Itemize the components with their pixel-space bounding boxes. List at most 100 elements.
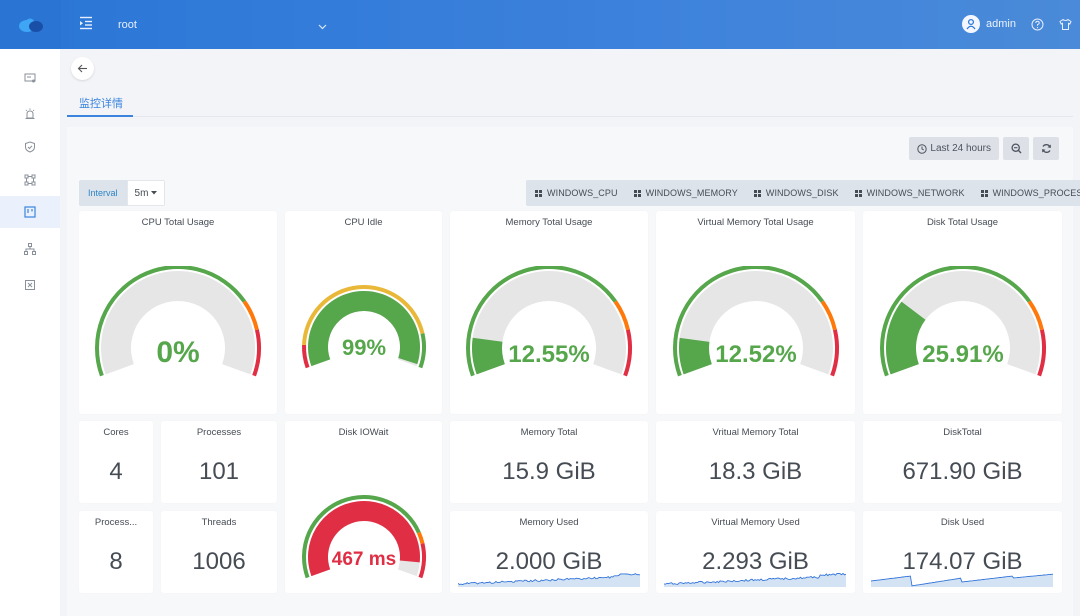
dashboard-board-icon (24, 206, 36, 218)
panel-cpu-idle[interactable]: CPU Idle 99% (285, 211, 442, 414)
apps-icon (535, 189, 543, 197)
sidebar-item-other[interactable] (0, 269, 60, 301)
panel-threads[interactable]: Threads 1006 (161, 511, 277, 593)
gauge-threshold-segment (417, 543, 426, 579)
gauge-value-label: 467 ms (331, 549, 395, 570)
zoom-out-icon (1010, 143, 1021, 154)
time-toolbar: Last 24 hours (909, 137, 1059, 160)
panel-disk-used[interactable]: Disk Used 174.07 GiB (863, 511, 1062, 593)
dashboard-links: WINDOWS_CPU WINDOWS_MEMORY WINDOWS_DISK … (526, 180, 1080, 206)
panel-processes[interactable]: Processes 101 (161, 421, 277, 503)
zoom-out-button[interactable] (1003, 137, 1029, 160)
gauge-disk-total: 25.91% (863, 266, 1062, 381)
avatar (962, 15, 980, 33)
gauge-value-label: 12.52% (715, 341, 796, 368)
panel-title: Cores (103, 427, 129, 438)
stat-value: 8 (109, 548, 123, 575)
time-range-label: Last 24 hours (930, 143, 991, 154)
panel-virtual-memory-total-usage[interactable]: Virtual Memory Total Usage 12.52% (656, 211, 855, 414)
panel-disk-iowait[interactable]: Disk IOWait 467 ms (285, 421, 442, 593)
stat-value: 15.9 GiB (502, 458, 596, 485)
gauge-value-label: 99% (341, 335, 385, 360)
apps-icon (753, 189, 762, 197)
org-tree-icon (24, 243, 36, 255)
dashboard-link-label: WINDOWS_NETWORK (866, 188, 965, 198)
gauge-value-label: 12.55% (508, 341, 589, 368)
dashboard-link-disk[interactable]: WINDOWS_DISK (745, 180, 846, 206)
box-x-icon (25, 280, 35, 290)
gauge-threshold-segment (416, 531, 424, 544)
sidebar-item-security[interactable] (0, 131, 60, 163)
sidebar-item-monitor[interactable] (0, 62, 60, 94)
gauge-value-fill (472, 337, 505, 375)
panel-title: Processes (196, 427, 242, 438)
shield-check-icon (25, 141, 35, 153)
sparkline-area (664, 573, 846, 587)
panel-title: Disk IOWait (338, 427, 389, 438)
sparkline-disk-used (871, 573, 1053, 587)
sidebar-item-topology[interactable] (0, 164, 60, 196)
dashboard-link-label: WINDOWS_MEMORY (645, 188, 738, 198)
dashboard-link-process[interactable]: WINDOWS_PROCESS (972, 180, 1080, 206)
panel-processors[interactable]: Process... 8 (79, 511, 153, 593)
sparkline-memory-used (458, 573, 640, 587)
tab-divider (67, 116, 1073, 117)
gauge-cpu-idle: 99% (285, 283, 442, 373)
stat-value: 101 (198, 458, 240, 485)
dashboard-link-cpu[interactable]: WINDOWS_CPU (526, 180, 625, 206)
refresh-button[interactable] (1033, 137, 1059, 160)
sidebar (0, 49, 60, 616)
stat-value: 1006 (192, 548, 246, 575)
dashboard-link-memory[interactable]: WINDOWS_MEMORY (625, 180, 745, 206)
panel-virtual-memory-total[interactable]: Vritual Memory Total 18.3 GiB (656, 421, 855, 503)
panel-memory-total-usage[interactable]: Memory Total Usage 12.55% (450, 211, 648, 414)
panel-disk-total-usage[interactable]: Disk Total Usage 25.91% (863, 211, 1062, 414)
username: admin (986, 18, 1016, 30)
panel-title: Vritual Memory Total (712, 427, 799, 438)
panel-title: Threads (201, 517, 237, 528)
tab-monitor-details[interactable]: 监控详情 (79, 95, 123, 111)
interval-variable: Interval 5m (79, 180, 166, 206)
dashboard-panel: Last 24 hours Interval 5m WINDOWS_CPU WI… (67, 127, 1080, 616)
panel-disk-total[interactable]: DiskTotal 671.90 GiB (863, 421, 1062, 503)
sidebar-item-dashboard[interactable] (0, 196, 60, 228)
panel-cpu-total-usage[interactable]: CPU Total Usage 0% (79, 211, 277, 414)
arrow-left-icon (77, 64, 87, 73)
panel-title: CPU Idle (344, 217, 383, 228)
gauge-disk-iowait: 467 ms (285, 493, 442, 583)
apps-icon (633, 189, 642, 197)
gauge-value-label: 0% (156, 336, 199, 369)
menu-toggle-icon[interactable] (78, 15, 94, 31)
panel-memory-total[interactable]: Memory Total 15.9 GiB (450, 421, 648, 503)
sidebar-item-alarm[interactable] (0, 98, 60, 130)
gauge-cpu-total: 0% (79, 266, 277, 381)
refresh-icon (1041, 144, 1051, 153)
dashboard-link-label: WINDOWS_PROCESS (992, 188, 1080, 198)
chevron-down-icon[interactable] (317, 19, 328, 30)
gauge-virtual-memory-total: 12.52% (656, 266, 855, 381)
logo[interactable] (0, 0, 61, 49)
gauge-memory-total: 12.55% (450, 266, 648, 381)
apps-icon (854, 189, 863, 197)
tenant-selector[interactable]: root (118, 19, 137, 31)
panel-title: CPU Total Usage (141, 217, 215, 228)
dashboard-link-label: WINDOWS_DISK (765, 188, 839, 198)
theme-shirt-icon[interactable] (1059, 18, 1072, 31)
monitor-icon (24, 73, 36, 83)
user-icon (966, 18, 976, 30)
dashboard-link-network[interactable]: WINDOWS_NETWORK (846, 180, 972, 206)
panel-cores[interactable]: Cores 4 (79, 421, 153, 503)
panel-memory-used[interactable]: Memory Used 2.000 GiB (450, 511, 648, 593)
sidebar-item-organization[interactable] (0, 233, 60, 265)
user-menu[interactable]: admin (962, 15, 1016, 33)
clock-icon (917, 143, 928, 154)
back-button[interactable] (71, 57, 94, 80)
main-content: 监控详情 Last 24 hours Interval 5m WINDOWS_C… (60, 49, 1080, 616)
panel-virtual-memory-used[interactable]: Virtual Memory Used 2.293 GiB (656, 511, 855, 593)
panel-title: Virtual Memory Total Usage (697, 217, 814, 228)
interval-select[interactable]: 5m (126, 180, 166, 206)
topology-frame-icon (24, 174, 36, 186)
panel-title: Virtual Memory Used (711, 517, 800, 528)
time-range-button[interactable]: Last 24 hours (909, 137, 999, 160)
help-icon[interactable] (1031, 18, 1044, 31)
